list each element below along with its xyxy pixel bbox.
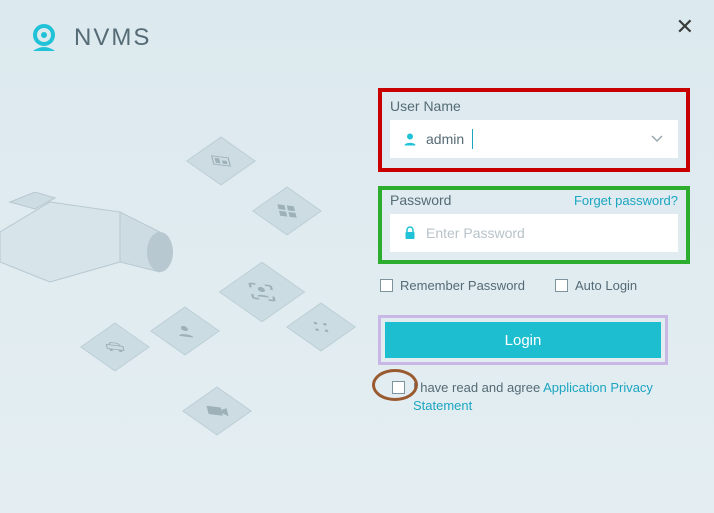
art-tile-icon	[186, 137, 256, 186]
agree-row: I have read and agree Application Privac…	[378, 379, 690, 415]
checkbox-icon	[555, 279, 568, 292]
camera-illustration	[0, 192, 180, 302]
art-area	[0, 120, 350, 470]
autologin-label: Auto Login	[575, 278, 637, 293]
password-group: Password Forget password?	[378, 186, 690, 264]
login-window: NVMS ✕ User Name	[0, 0, 714, 513]
text-cursor	[472, 129, 473, 149]
art-car-icon	[80, 323, 150, 372]
login-button-highlight: Login	[378, 315, 668, 365]
art-user-icon	[150, 307, 220, 356]
agree-prefix: I have read and agree	[413, 380, 543, 395]
checkbox-icon	[380, 279, 393, 292]
username-input[interactable]	[420, 131, 646, 147]
user-icon	[400, 132, 420, 146]
options-row: Remember Password Auto Login	[380, 278, 688, 293]
login-form: User Name Password Forget password?	[378, 88, 690, 415]
art-grid-icon	[252, 187, 322, 236]
annotation-circle	[372, 369, 418, 401]
password-label: Password	[390, 192, 451, 208]
remember-password-checkbox[interactable]: Remember Password	[380, 278, 525, 293]
agree-text: I have read and agree Application Privac…	[413, 379, 690, 415]
password-input-wrap[interactable]	[390, 214, 678, 252]
close-button[interactable]: ✕	[676, 14, 694, 40]
login-button[interactable]: Login	[385, 322, 661, 358]
art-video-icon	[182, 387, 252, 436]
brand-title: NVMS	[74, 24, 151, 52]
username-label: User Name	[390, 98, 461, 114]
art-focus-icon	[219, 262, 306, 323]
lock-icon	[400, 226, 420, 240]
login-button-label: Login	[505, 332, 542, 349]
header: NVMS	[0, 0, 714, 56]
auto-login-checkbox[interactable]: Auto Login	[555, 278, 637, 293]
chevron-down-icon[interactable]	[646, 132, 668, 146]
close-icon: ✕	[676, 14, 694, 39]
username-group: User Name	[378, 88, 690, 172]
art-dots-icon	[286, 303, 356, 352]
remember-label: Remember Password	[400, 278, 525, 293]
password-input[interactable]	[420, 225, 668, 241]
forget-password-link[interactable]: Forget password?	[574, 193, 678, 208]
username-input-wrap[interactable]	[390, 120, 678, 158]
logo-icon	[26, 20, 62, 56]
